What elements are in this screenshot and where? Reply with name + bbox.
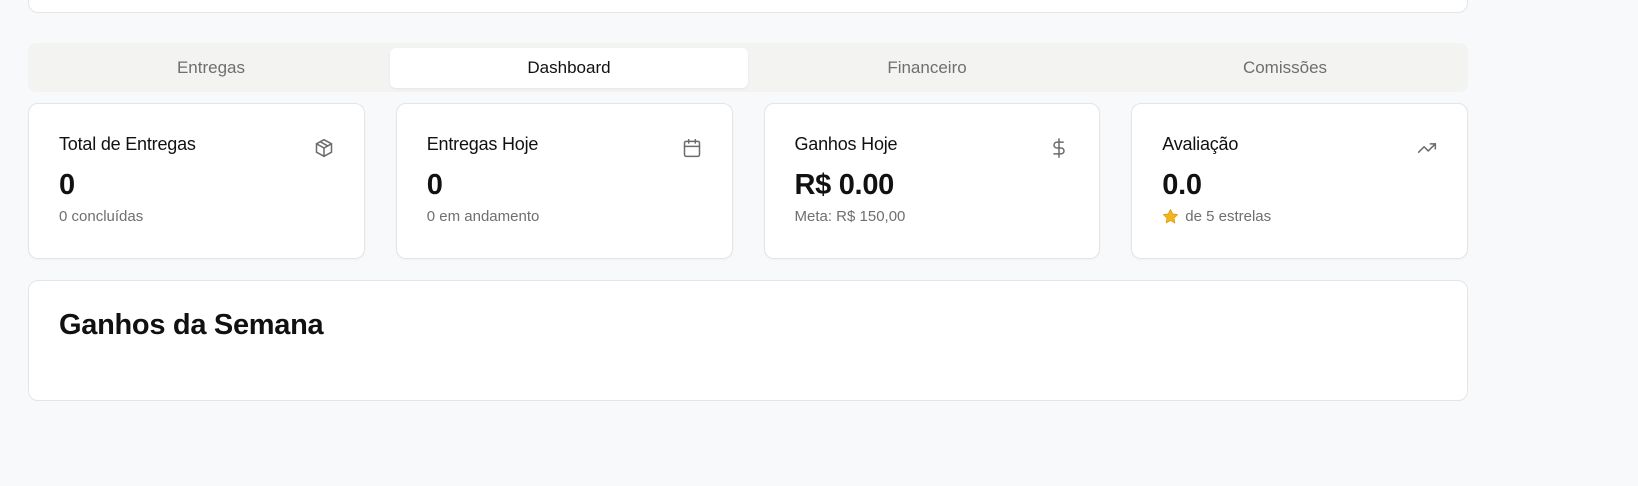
stat-subtext: 0 concluídas: [59, 208, 334, 225]
trending-up-icon: [1417, 138, 1437, 158]
stat-title: Entregas Hoje: [426, 134, 539, 154]
stat-subtext-label: Meta: R$ 150,00: [794, 208, 906, 225]
stat-value: 0: [426, 169, 443, 201]
dollar-icon: [1049, 138, 1069, 158]
stat-value: R$ 0.00: [794, 169, 895, 201]
stat-card-entregas-hoje: Entregas Hoje 0 0 em andamento: [395, 103, 733, 259]
stat-subtext: de 5 estrelas: [1162, 208, 1437, 225]
stat-card-ganhos-hoje: Ganhos Hoje R$ 0.00 Meta: R$ 150,00: [763, 103, 1101, 259]
calendar-icon: [682, 138, 702, 158]
stat-value: 0: [59, 169, 75, 201]
section-title: Ganhos da Semana: [59, 309, 324, 341]
weekly-earnings-card: Ganhos da Semana: [28, 280, 1468, 401]
stat-subtext: 0 em andamento: [427, 208, 702, 225]
stat-subtext: Meta: R$ 150,00: [795, 208, 1070, 225]
tab-financeiro[interactable]: Financeiro: [748, 48, 1106, 88]
stat-subtext-label: de 5 estrelas: [1185, 208, 1272, 225]
stat-card-total-entregas: Total de Entregas 0 0 concluídas: [28, 103, 365, 259]
tab-entregas[interactable]: Entregas: [32, 48, 390, 88]
stat-subtext-label: 0 em andamento: [426, 208, 540, 225]
stat-value: 0.0: [1162, 169, 1202, 201]
package-icon: [314, 138, 334, 158]
stat-title: Avaliação: [1162, 134, 1239, 154]
tab-bar: Entregas Dashboard Financeiro Comissões: [28, 43, 1468, 92]
stat-subtext-label: 0 concluídas: [59, 208, 144, 225]
stat-title: Ganhos Hoje: [794, 134, 898, 154]
stat-card-avaliacao: Avaliação 0.0 de 5 estrelas: [1131, 103, 1468, 259]
stat-title: Total de Entregas: [59, 134, 196, 154]
tab-comissoes[interactable]: Comissões: [1106, 48, 1464, 88]
tab-dashboard[interactable]: Dashboard: [390, 47, 748, 88]
stats-row: Total de Entregas 0 0 concluídas Entrega…: [28, 103, 1468, 259]
star-icon: [1162, 208, 1179, 225]
previous-card: [28, 0, 1468, 13]
